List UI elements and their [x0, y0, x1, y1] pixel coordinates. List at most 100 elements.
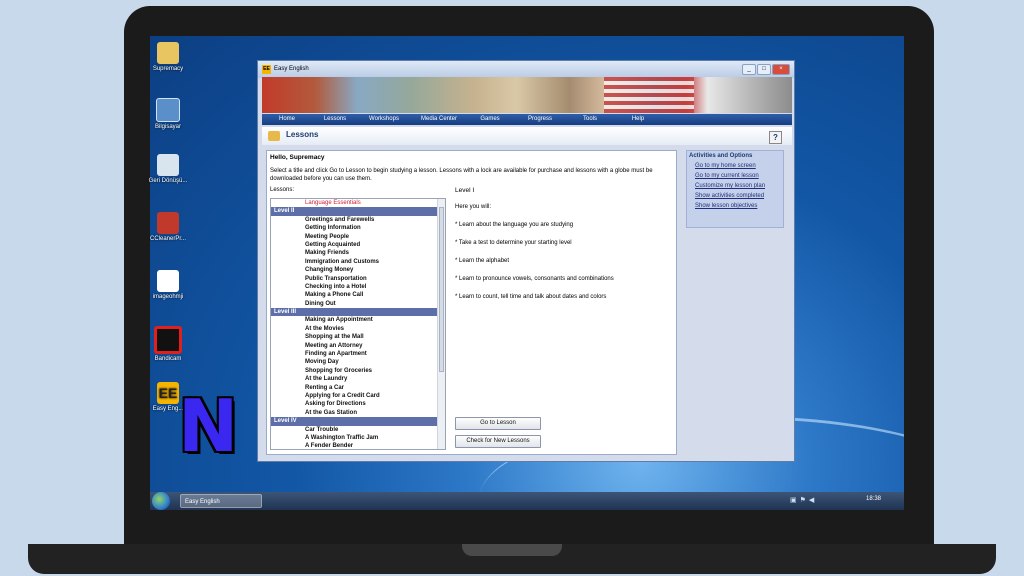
laptop-notch [462, 544, 562, 556]
lesson-item[interactable]: Dining Out [271, 300, 437, 308]
desktop-icon-label: Bilgisayar [154, 124, 181, 130]
lesson-item[interactable]: Getting Information [271, 224, 437, 232]
link-customize-plan[interactable]: Customize my lesson plan [695, 183, 765, 189]
speaker-icon[interactable]: ◀ [809, 497, 817, 504]
lesson-item[interactable]: A Washington Traffic Jam [271, 434, 437, 442]
nav-games[interactable]: Games [468, 114, 512, 125]
taskbar-app-easy-english[interactable]: Easy English [180, 494, 262, 508]
flag-icon[interactable]: ⚑ [800, 497, 809, 504]
lesson-item[interactable]: Meeting People [271, 233, 437, 241]
lesson-item[interactable]: At the Gas Station [271, 409, 437, 417]
lesson-item[interactable]: Shopping at the Mall [271, 333, 437, 341]
page-title: Lessons [286, 130, 319, 139]
minimize-button[interactable]: _ [742, 64, 756, 75]
nav-media-center[interactable]: Media Center [410, 114, 468, 125]
scrollbar-thumb[interactable] [439, 207, 444, 372]
start-button[interactable] [152, 492, 170, 510]
system-tray[interactable]: ▣⚑◀ [790, 496, 817, 504]
lesson-item[interactable]: Greetings and Farewells [271, 216, 437, 224]
lessons-book-icon [268, 131, 280, 141]
lesson-item[interactable]: Renting a Car [271, 384, 437, 392]
desktop-icon-label: CCleanerPr... [149, 236, 186, 242]
computer-icon [156, 98, 180, 122]
help-icon[interactable]: ? [769, 131, 782, 144]
objective-item: * Take a test to determine your starting… [455, 240, 572, 246]
objective-item: * Learn to count, tell time and talk abo… [455, 294, 607, 300]
intro-text: Select a title and click Go to Lesson to… [270, 168, 653, 182]
link-current-lesson[interactable]: Go to my current lesson [695, 173, 759, 179]
link-home-screen[interactable]: Go to my home screen [695, 163, 756, 169]
objective-item: * Learn about the language you are study… [455, 222, 574, 228]
title-bar[interactable]: EE Easy English _ □ × [258, 61, 794, 78]
activities-panel: Activities and Options Go to my home scr… [686, 150, 784, 228]
page-header: Lessons ? [262, 127, 792, 145]
lesson-item[interactable]: At the Movies [271, 325, 437, 333]
lesson-item[interactable]: Making a Phone Call [271, 291, 437, 299]
lesson-item[interactable]: Making an Appointment [271, 316, 437, 324]
desktop-icon-label: imageohmji [152, 294, 184, 300]
objective-item: * Learn the alphabet [455, 258, 510, 264]
lesson-item[interactable]: Applying for a Credit Card [271, 392, 437, 400]
nav-progress[interactable]: Progress [512, 114, 568, 125]
flag-banner-image [604, 77, 694, 113]
desktop-icon-supremacy[interactable]: Supremacy [146, 42, 190, 72]
overlay-logo: N [178, 384, 239, 468]
lesson-item[interactable]: Public Transportation [271, 275, 437, 283]
lessons-label: Lessons: [270, 187, 295, 193]
desktop-icon-label: Supremacy [152, 66, 184, 72]
main-nav: Home Lessons Workshops Media Center Game… [262, 114, 792, 125]
ccleaner-icon [157, 212, 179, 234]
lesson-level-header: Level II [271, 207, 437, 216]
folder-icon [157, 42, 179, 64]
lesson-level-header: Level IV [271, 417, 437, 426]
recycle-bin-icon [157, 154, 179, 176]
lesson-item[interactable]: Asking for Directions [271, 400, 437, 408]
detail-title: Level I [455, 187, 475, 194]
nav-workshops[interactable]: Workshops [358, 114, 410, 125]
desktop-icon-recycle-bin[interactable]: Geri Dönüşü... [146, 154, 190, 184]
lesson-item[interactable]: Checking into a Hotel [271, 283, 437, 291]
activities-title: Activities and Options [689, 153, 753, 159]
taskbar-clock[interactable]: 18:38 [866, 496, 881, 502]
lesson-item[interactable]: Finding an Apartment [271, 350, 437, 358]
greeting: Hello, Supremacy [270, 154, 325, 161]
desktop-icon-image[interactable]: imageohmji [146, 270, 190, 300]
nav-home[interactable]: Home [262, 114, 312, 125]
lesson-item[interactable]: Immigration and Customs [271, 258, 437, 266]
lesson-item[interactable]: Moving Day [271, 358, 437, 366]
desktop-icon-computer[interactable]: Bilgisayar [146, 98, 190, 130]
detail-intro: Here you will: [455, 204, 492, 210]
lesson-item[interactable]: Changing Money [271, 266, 437, 274]
nav-help[interactable]: Help [612, 114, 664, 125]
desktop-icon-ccleaner[interactable]: CCleanerPr... [146, 212, 190, 242]
nav-lessons[interactable]: Lessons [312, 114, 358, 125]
lesson-item[interactable]: Making Friends [271, 249, 437, 257]
easy-english-icon: EE [157, 382, 179, 404]
lesson-item[interactable]: A Fender Bender [271, 442, 437, 449]
link-activities-completed[interactable]: Show activities completed [695, 193, 764, 199]
link-lesson-objectives[interactable]: Show lesson objectives [695, 203, 757, 209]
lesson-item[interactable]: At the Laundry [271, 375, 437, 383]
lesson-item[interactable]: Meeting an Attorney [271, 342, 437, 350]
app-icon: EE [262, 65, 271, 74]
lesson-item[interactable]: Car Trouble [271, 426, 437, 434]
go-to-lesson-button[interactable]: Go to Lesson [455, 417, 541, 430]
maximize-button[interactable]: □ [757, 64, 771, 75]
lesson-list-scrollbar[interactable] [437, 199, 445, 449]
desktop-icon-bandicam[interactable]: Bandicam [146, 326, 190, 362]
window-title: Easy English [274, 66, 309, 72]
header-banner [262, 77, 792, 113]
check-new-lessons-button[interactable]: Check for New Lessons [455, 435, 541, 448]
lesson-list[interactable]: Language Essentials Level II Greetings and… [270, 198, 446, 450]
network-icon[interactable]: ▣ [790, 497, 800, 504]
lesson-item[interactable]: Shopping for Groceries [271, 367, 437, 375]
desktop-icon-label: Geri Dönüşü... [148, 178, 188, 184]
lesson-rows: Language Essentials Level II Greetings and… [271, 199, 445, 449]
image-icon [157, 270, 179, 292]
nav-tools[interactable]: Tools [568, 114, 612, 125]
close-button[interactable]: × [772, 64, 790, 75]
easy-english-window: EE Easy English _ □ × Home Lessons Works… [257, 60, 795, 462]
desktop-icon-label: Bandicam [154, 356, 182, 362]
lesson-item[interactable]: Language Essentials [271, 199, 437, 207]
lesson-item[interactable]: Getting Acquainted [271, 241, 437, 249]
